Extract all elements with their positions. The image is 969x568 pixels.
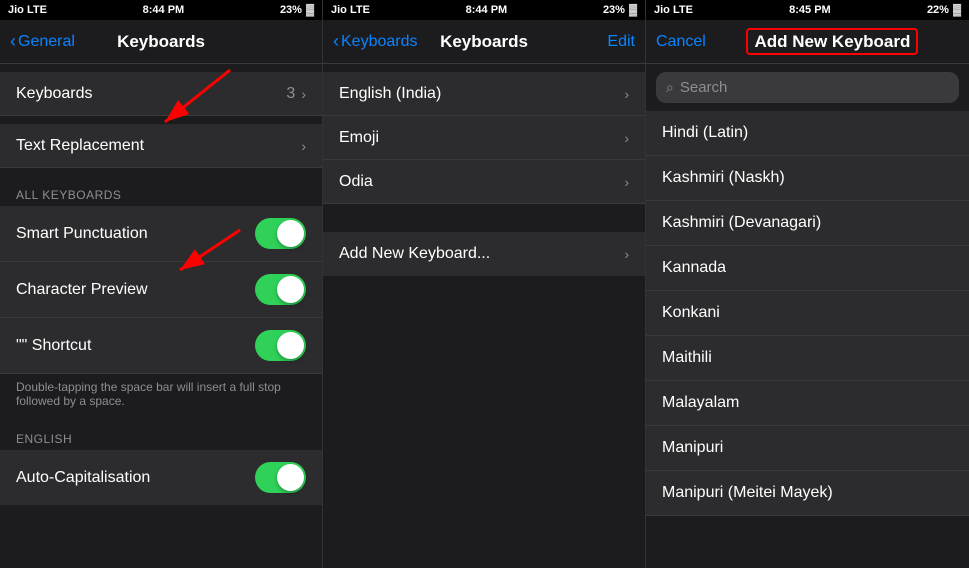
back-label-2[interactable]: Keyboards xyxy=(341,33,418,51)
shortcut-label: "" Shortcut xyxy=(16,337,255,355)
character-preview-item[interactable]: Character Preview xyxy=(0,262,322,318)
status-bar-1: Jio LTE 8:44 PM 23% ▓ xyxy=(0,0,322,20)
nav-title-2: Keyboards xyxy=(440,32,528,52)
status-right-2: 23% ▓ xyxy=(603,4,637,16)
text-replacement-label: Text Replacement xyxy=(16,137,301,155)
keyboards-chevron-icon: › xyxy=(301,86,306,102)
lang-kashmiri-devanagari[interactable]: Kashmiri (Devanagari) xyxy=(646,201,969,246)
keyboards-label: Keyboards xyxy=(16,85,286,103)
back-label-1[interactable]: General xyxy=(18,33,75,51)
search-placeholder: Search xyxy=(680,79,949,96)
english-india-chevron: › xyxy=(624,86,629,102)
shortcut-item[interactable]: "" Shortcut xyxy=(0,318,322,374)
search-icon: ⌕ xyxy=(666,79,674,96)
panel-add-keyboard: Jio LTE 8:45 PM 22% ▓ Cancel Add New Key… xyxy=(646,0,969,568)
nav-bar-2: ‹ Keyboards Keyboards Edit xyxy=(323,20,645,64)
smart-punctuation-knob xyxy=(277,220,304,247)
add-keyboard-chevron: › xyxy=(624,246,629,262)
english-header: ENGLISH xyxy=(0,420,322,450)
battery-icon-3: ▓ xyxy=(953,4,961,16)
emoji-item[interactable]: Emoji › xyxy=(323,116,645,160)
panel-keyboards-list: Jio LTE 8:44 PM 23% ▓ ‹ Keyboards Keyboa… xyxy=(323,0,646,568)
emoji-chevron: › xyxy=(624,130,629,146)
smart-punctuation-toggle[interactable] xyxy=(255,218,306,249)
lang-hindi-latin[interactable]: Hindi (Latin) xyxy=(646,111,969,156)
battery-3: 22% xyxy=(927,4,949,16)
chevron-back-icon-2: ‹ xyxy=(333,31,339,52)
nav-title-container-3: Add New Keyboard xyxy=(706,32,959,52)
nav-bar-1: ‹ General Keyboards xyxy=(0,20,322,64)
keyboards-value: 3 xyxy=(286,85,295,103)
odia-chevron: › xyxy=(624,174,629,190)
smart-punctuation-item[interactable]: Smart Punctuation xyxy=(0,206,322,262)
nav-bar-3: Cancel Add New Keyboard xyxy=(646,20,969,64)
odia-label: Odia xyxy=(339,173,624,191)
status-bar-2: Jio LTE 8:44 PM 23% ▓ xyxy=(323,0,645,20)
shortcut-toggle[interactable] xyxy=(255,330,306,361)
panel-general-keyboards: Jio LTE 8:44 PM 23% ▓ ‹ General Keyboard… xyxy=(0,0,323,568)
shortcut-note: Double-tapping the space bar will insert… xyxy=(0,374,322,420)
text-replacement-item[interactable]: Text Replacement › xyxy=(0,124,322,168)
auto-cap-label: Auto-Capitalisation xyxy=(16,469,255,487)
status-left-1: Jio LTE xyxy=(8,4,47,16)
time-1: 8:44 PM xyxy=(143,4,185,16)
emoji-label: Emoji xyxy=(339,129,624,147)
smart-punctuation-label: Smart Punctuation xyxy=(16,225,255,243)
auto-cap-toggle[interactable] xyxy=(255,462,306,493)
carrier-3: Jio LTE xyxy=(654,4,693,16)
lang-konkani[interactable]: Konkani xyxy=(646,291,969,336)
edit-button[interactable]: Edit xyxy=(607,33,635,51)
search-bar[interactable]: ⌕ Search xyxy=(656,72,959,103)
chevron-back-icon-1: ‹ xyxy=(10,31,16,52)
battery-1: 23% xyxy=(280,4,302,16)
cancel-button[interactable]: Cancel xyxy=(656,33,706,51)
text-replacement-chevron-icon: › xyxy=(301,138,306,154)
status-bar-3: Jio LTE 8:45 PM 22% ▓ xyxy=(646,0,969,20)
lang-manipuri[interactable]: Manipuri xyxy=(646,426,969,471)
status-left-3: Jio LTE xyxy=(654,4,693,16)
auto-cap-item[interactable]: Auto-Capitalisation xyxy=(0,450,322,505)
add-keyboard-label: Add New Keyboard... xyxy=(339,245,624,263)
auto-cap-knob xyxy=(277,464,304,491)
character-preview-knob xyxy=(277,276,304,303)
character-preview-toggle[interactable] xyxy=(255,274,306,305)
carrier-1: Jio LTE xyxy=(8,4,47,16)
lang-kashmiri-naskh[interactable]: Kashmiri (Naskh) xyxy=(646,156,969,201)
lang-kannada[interactable]: Kannada xyxy=(646,246,969,291)
status-left-2: Jio LTE xyxy=(331,4,370,16)
english-india-label: English (India) xyxy=(339,85,624,103)
back-button-1[interactable]: ‹ General xyxy=(10,31,75,52)
odia-item[interactable]: Odia › xyxy=(323,160,645,204)
keyboards-list: English (India) › Emoji › Odia › Add New… xyxy=(323,64,645,568)
add-keyboard-item[interactable]: Add New Keyboard... › xyxy=(323,232,645,276)
english-india-item[interactable]: English (India) › xyxy=(323,72,645,116)
all-keyboards-header: ALL KEYBOARDS xyxy=(0,176,322,206)
status-right-3: 22% ▓ xyxy=(927,4,961,16)
battery-2: 23% xyxy=(603,4,625,16)
time-2: 8:44 PM xyxy=(466,4,508,16)
back-button-2[interactable]: ‹ Keyboards xyxy=(333,31,418,52)
character-preview-label: Character Preview xyxy=(16,281,255,299)
status-right-1: 23% ▓ xyxy=(280,4,314,16)
settings-list-1: Keyboards 3 › Text Replacement › ALL KEY… xyxy=(0,64,322,568)
battery-icon-1: ▓ xyxy=(306,4,314,16)
battery-icon-2: ▓ xyxy=(629,4,637,16)
lang-maithili[interactable]: Maithili xyxy=(646,336,969,381)
lang-malayalam[interactable]: Malayalam xyxy=(646,381,969,426)
time-3: 8:45 PM xyxy=(789,4,831,16)
shortcut-knob xyxy=(277,332,304,359)
nav-title-1: Keyboards xyxy=(117,32,205,52)
carrier-2: Jio LTE xyxy=(331,4,370,16)
keyboards-item[interactable]: Keyboards 3 › xyxy=(0,72,322,116)
language-list: Hindi (Latin) Kashmiri (Naskh) Kashmiri … xyxy=(646,111,969,568)
add-keyboard-title: Add New Keyboard xyxy=(746,28,918,55)
lang-manipuri-meitei[interactable]: Manipuri (Meitei Mayek) xyxy=(646,471,969,516)
